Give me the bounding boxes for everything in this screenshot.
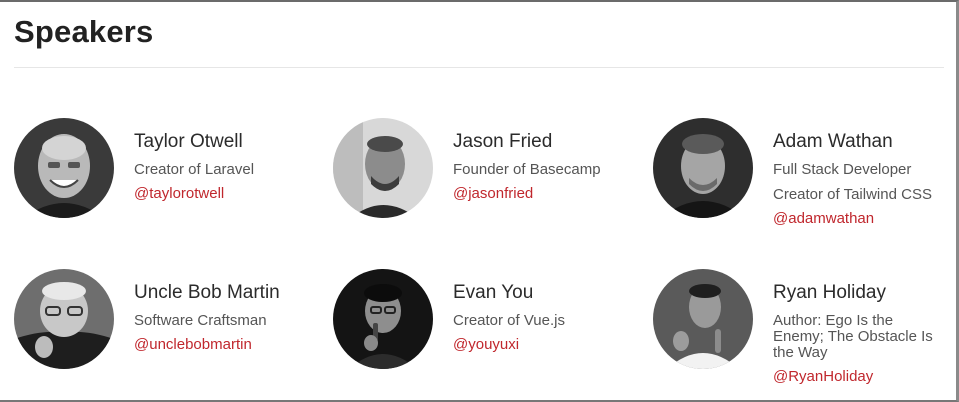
speaker-card: Adam Wathan Full Stack Developer Creator… — [653, 118, 959, 238]
speaker-name: Uncle Bob Martin — [134, 282, 280, 303]
speaker-photo — [14, 269, 114, 369]
speaker-card: Ryan Holiday Author: Ego Is the Enemy; T… — [653, 269, 959, 389]
speaker-twitter-link[interactable]: @youyuxi — [453, 337, 628, 353]
speaker-name: Jason Fried — [453, 131, 553, 152]
speaker-twitter-link[interactable]: @unclebobmartin — [134, 337, 309, 353]
speaker-name: Taylor Otwell — [134, 131, 243, 152]
speaker-role: Creator of Vue.js — [453, 312, 565, 329]
speaker-card: Jason Fried Founder of Basecamp @jasonfr… — [333, 118, 643, 238]
speaker-name: Ryan Holiday — [773, 282, 886, 303]
speaker-twitter-link[interactable]: @taylorotwell — [134, 186, 309, 202]
speaker-photo — [653, 269, 753, 369]
speaker-role: Founder of Basecamp — [453, 161, 601, 178]
speaker-role: Author: Ego Is the Enemy; The Obstacle I… — [773, 312, 933, 361]
speaker-name: Adam Wathan — [773, 131, 893, 152]
title-divider — [14, 67, 944, 68]
speaker-twitter-link[interactable]: @RyanHoliday — [773, 369, 948, 385]
speaker-role: Creator of Laravel — [134, 161, 255, 178]
speaker-photo — [333, 269, 433, 369]
speaker-name: Evan You — [453, 282, 534, 303]
speaker-twitter-link[interactable]: @adamwathan — [773, 211, 948, 227]
speaker-card: Taylor Otwell Creator of Laravel @taylor… — [14, 118, 324, 238]
speaker-twitter-link[interactable]: @jasonfried — [453, 186, 628, 202]
page-title: Speakers — [14, 14, 154, 49]
speaker-card: Uncle Bob Martin Software Craftsman @unc… — [14, 269, 324, 389]
speaker-role: Full Stack Developer — [773, 161, 912, 178]
speaker-photo — [14, 118, 114, 218]
speaker-photo — [333, 118, 433, 218]
speaker-role: Creator of Tailwind CSS — [773, 186, 932, 203]
speaker-photo — [653, 118, 753, 218]
speaker-card: Evan You Creator of Vue.js @youyuxi — [333, 269, 643, 389]
speaker-role: Software Craftsman — [134, 312, 267, 329]
